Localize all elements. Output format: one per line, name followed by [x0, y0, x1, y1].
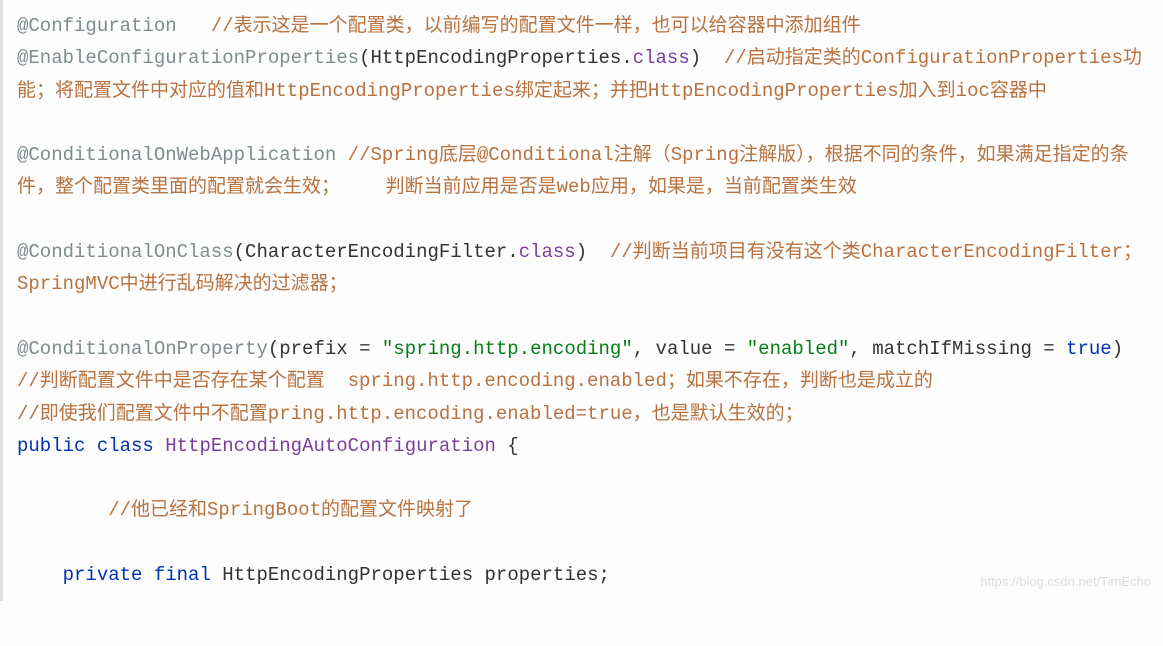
- watermark: https://blog.csdn.net/TimEcho: [980, 571, 1151, 593]
- comment-default-effective: //即使我们配置文件中不配置pring.http.encoding.enable…: [17, 403, 804, 425]
- annotation-conditional-web: @ConditionalOnWebApplication: [17, 144, 336, 166]
- string-prefix-value: "spring.http.encoding": [382, 338, 633, 360]
- keyword-private: private: [17, 564, 142, 586]
- eq-3: =: [1032, 338, 1066, 360]
- dot-2: .: [507, 241, 518, 263]
- paren-open-3: (: [268, 338, 279, 360]
- class-ref-char-encoding-filter: CharacterEncodingFilter: [245, 241, 507, 263]
- class-keyword: class: [633, 47, 690, 69]
- type-http-encoding-properties: HttpEncodingProperties: [222, 564, 473, 586]
- paren-close-3: ): [1112, 338, 1123, 360]
- comment-mapped: //他已经和SpringBoot的配置文件映射了: [17, 499, 473, 521]
- eq-2: =: [713, 338, 747, 360]
- keyword-public: public: [17, 435, 85, 457]
- comma-1: ,: [633, 338, 656, 360]
- paren-open: (: [359, 47, 370, 69]
- paren-close: ): [690, 47, 701, 69]
- annotation-conditional-class: @ConditionalOnClass: [17, 241, 234, 263]
- class-name-http-encoding-auto-config: HttpEncodingAutoConfiguration: [165, 435, 496, 457]
- annotation-conditional-property: @ConditionalOnProperty: [17, 338, 268, 360]
- class-ref-http-encoding-props: HttpEncodingProperties: [370, 47, 621, 69]
- annotation-configuration: @Configuration: [17, 15, 177, 37]
- attr-match-if-missing: matchIfMissing: [872, 338, 1032, 360]
- attr-value: value: [656, 338, 713, 360]
- code-block: @Configuration //表示这是一个配置类，以前编写的配置文件一样，也…: [0, 0, 1163, 601]
- keyword-class: class: [97, 435, 154, 457]
- string-value-value: "enabled": [747, 338, 850, 360]
- class-keyword-2: class: [519, 241, 576, 263]
- comment-configuration: //表示这是一个配置类，以前编写的配置文件一样，也可以给容器中添加组件: [177, 15, 861, 37]
- boolean-true: true: [1066, 338, 1112, 360]
- dot: .: [621, 47, 632, 69]
- eq-1: =: [348, 338, 382, 360]
- keyword-final: final: [154, 564, 211, 586]
- brace-open: {: [496, 435, 519, 457]
- paren-close-2: ): [576, 241, 587, 263]
- attr-prefix: prefix: [279, 338, 347, 360]
- annotation-enable-config-props: @EnableConfigurationProperties: [17, 47, 359, 69]
- var-properties: properties;: [473, 564, 610, 586]
- paren-open-2: (: [234, 241, 245, 263]
- comma-2: ,: [849, 338, 872, 360]
